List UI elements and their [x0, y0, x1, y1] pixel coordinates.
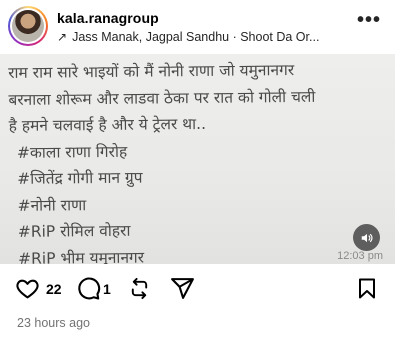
heart-icon	[16, 279, 39, 299]
media-line: राम राम सारे भाइयों को मैं नोनी राणा जो …	[8, 61, 295, 82]
media-line: #जितेंद्र गोगी मान ग्रुप	[17, 168, 143, 188]
volume-button[interactable]	[353, 224, 380, 251]
post-header: kala.ranagroup ↗ Jass Manak, Jagpal Sand…	[0, 0, 395, 54]
repost-icon	[131, 277, 148, 300]
post-media[interactable]: राम राम सारे भाइयों को मैं नोनी राणा जो …	[0, 54, 395, 264]
media-timestamp: 12:03 pm	[337, 250, 383, 262]
like-count: 22	[46, 280, 62, 297]
comment-count: 1	[103, 280, 111, 297]
like-button[interactable]: 22	[15, 276, 62, 301]
action-bar: 22 1	[0, 270, 395, 306]
more-options-button[interactable]: •••	[357, 9, 381, 32]
save-button[interactable]	[355, 276, 379, 301]
audio-label: Jass Manak, Jagpal Sandhu · Shoot Da Or.…	[72, 30, 320, 44]
comment-button[interactable]: 1	[76, 276, 111, 301]
media-line: #RiP रोमिल वोहरा	[17, 221, 131, 241]
media-line: #नोनी राणा	[17, 195, 87, 215]
arrow-up-right-icon: ↗	[57, 30, 68, 44]
media-text: राम राम सारे भाइयों को मैं नोनी राणा जो …	[8, 57, 317, 264]
media-line: है हमने चलवाई है और ये ट्रेलर था..	[8, 114, 207, 135]
media-line: #RiP भीम यमुनानगर	[17, 248, 145, 264]
avatar[interactable]	[8, 6, 48, 46]
volume-icon	[361, 233, 372, 242]
bookmark-icon	[359, 278, 375, 299]
send-icon	[171, 278, 194, 299]
media-line: बरनाला शोरूम और लाडवा ठेका पर रात को गोल…	[8, 87, 316, 109]
comment-icon	[78, 277, 101, 300]
username[interactable]: kala.ranagroup	[57, 10, 159, 26]
media-line: #काला राणा गिरोह	[16, 142, 128, 162]
avatar-image	[12, 10, 44, 42]
repost-button[interactable]	[128, 276, 151, 301]
audio-link[interactable]: ↗ Jass Manak, Jagpal Sandhu · Shoot Da O…	[57, 30, 347, 44]
post-time: 23 hours ago	[17, 316, 90, 330]
share-button[interactable]	[170, 276, 195, 301]
